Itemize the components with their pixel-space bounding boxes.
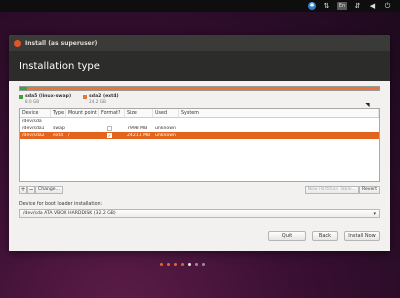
transfer-icon[interactable]: ⇅ — [322, 2, 331, 10]
partition-bar — [19, 86, 380, 91]
legend-swatch-ext4 — [83, 95, 88, 99]
column-header-format[interactable]: Format? — [99, 109, 125, 117]
progress-dot — [160, 263, 163, 266]
window-titlebar: Install (as superuser) — [9, 35, 390, 51]
add-partition-button[interactable]: + — [19, 185, 27, 194]
table-header: Device Type Mount point Format? Size Use… — [20, 109, 379, 118]
cell-device: /dev/sda — [22, 119, 42, 124]
progress-dot — [167, 263, 170, 266]
change-partition-button[interactable]: Change... — [35, 185, 63, 194]
boot-loader-label: Device for boot loader installation: — [19, 202, 103, 207]
table-row[interactable]: /dev/sda — [20, 118, 379, 125]
keyboard-layout-label: En — [338, 3, 346, 9]
progress-dot — [188, 263, 191, 266]
legend-size: 24.2 GB — [89, 99, 106, 104]
cell-format: ✓ — [99, 133, 125, 138]
top-panel: ✱ ⇅ En ⇵ ◀ ⏻ — [0, 0, 400, 12]
progress-dot — [202, 263, 205, 266]
cell-size: 7998 MB — [127, 126, 148, 131]
format-checkbox-checked[interactable]: ✓ — [107, 133, 112, 138]
cell-mount: / — [68, 133, 70, 138]
cell-type: swap — [53, 126, 65, 131]
close-icon[interactable] — [14, 39, 21, 47]
partition-table: Device Type Mount point Format? Size Use… — [19, 108, 380, 182]
cell-size: 24211 MB — [127, 133, 151, 138]
keyboard-layout-icon[interactable]: En — [337, 2, 347, 10]
table-row[interactable]: /dev/sda1 swap 7998 MB unknown — [20, 125, 379, 132]
cell-format — [99, 126, 125, 131]
column-header-used[interactable]: Used — [153, 109, 179, 117]
column-header-system[interactable]: System — [179, 109, 379, 117]
action-buttons: Quit Back Install Now — [268, 231, 380, 241]
cell-type: ext4 — [53, 133, 64, 138]
installer-window: Install (as superuser) Installation type… — [9, 35, 390, 251]
boot-loader-select[interactable]: /dev/sda ATA VBOX HARDDISK (32.2 GB) ▾ — [19, 209, 380, 218]
partition-toolbar: + − Change... New Partition Table... Rev… — [19, 185, 380, 194]
progress-dots — [160, 263, 205, 266]
remove-partition-button[interactable]: − — [27, 185, 35, 194]
power-icon[interactable]: ⏻ — [383, 2, 392, 10]
progress-dot — [195, 263, 198, 266]
progress-dot — [181, 263, 184, 266]
new-partition-table-button[interactable]: New Partition Table... — [304, 185, 359, 194]
column-header-mount[interactable]: Mount point — [66, 109, 99, 117]
content-area: sda5 (linux-swap) 8.0 GB sda2 (ext4) 24.… — [9, 81, 390, 251]
boot-loader-value: /dev/sda ATA VBOX HARDDISK (32.2 GB) — [23, 211, 116, 216]
partition-bar-swap — [20, 87, 28, 90]
legend-swatch-swap — [19, 95, 23, 99]
revert-button[interactable]: Revert — [358, 185, 380, 194]
chevron-down-icon: ▾ — [373, 211, 376, 217]
table-row-selected[interactable]: /dev/sda2 ext4 / ✓ 24211 MB unknown — [20, 132, 379, 139]
cell-device: /dev/sda1 — [22, 126, 45, 131]
cell-device: /dev/sda2 — [22, 133, 45, 138]
partition-legend: sda5 (linux-swap) 8.0 GB sda2 (ext4) 24.… — [19, 94, 380, 104]
bluetooth-icon[interactable]: ✱ — [308, 2, 316, 10]
window-title: Install (as superuser) — [25, 39, 98, 47]
cell-used: unknown — [155, 133, 176, 138]
format-checkbox[interactable] — [107, 126, 112, 131]
legend-item-swap: sda5 (linux-swap) 8.0 GB — [19, 94, 71, 104]
cell-used: unknown — [155, 126, 176, 131]
legend-item-ext4: sda2 (ext4) 24.2 GB — [83, 94, 119, 104]
page-title: Installation type — [9, 51, 390, 81]
quit-button[interactable]: Quit — [268, 231, 306, 241]
partition-bar-ext4 — [27, 87, 379, 90]
back-button[interactable]: Back — [312, 231, 338, 241]
progress-dot — [174, 263, 177, 266]
column-header-size[interactable]: Size — [125, 109, 153, 117]
volume-icon[interactable]: ◀ — [368, 2, 377, 10]
legend-size: 8.0 GB — [25, 99, 40, 104]
network-icon[interactable]: ⇵ — [353, 2, 362, 10]
install-now-button[interactable]: Install Now — [344, 231, 380, 241]
column-header-device[interactable]: Device — [20, 109, 51, 117]
column-header-type[interactable]: Type — [51, 109, 66, 117]
